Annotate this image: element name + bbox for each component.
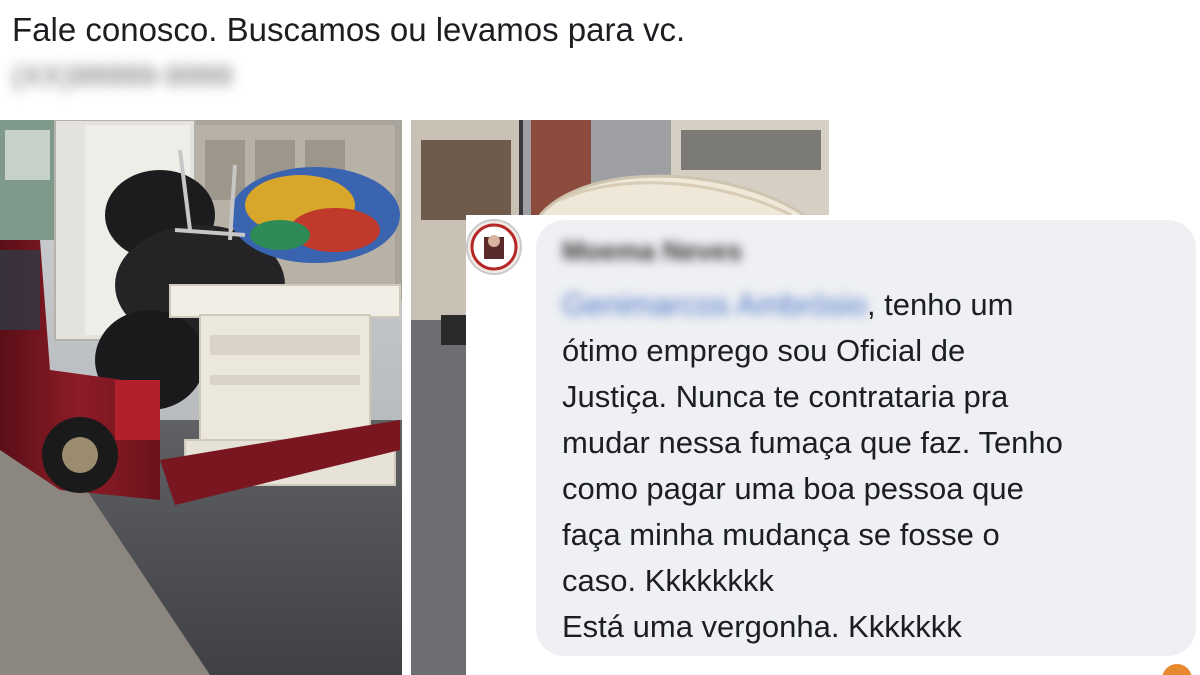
blurred-phone-number: (XX)99999-9999 [12,60,233,93]
comment-line-7: caso. Kkkkkkkk [562,563,774,598]
comment-line-8: Está uma vergonha. Kkkkkkk [562,609,962,644]
comment-line-1-text: , tenho um [866,287,1014,322]
photo-truck[interactable] [0,120,402,675]
truck-photo-illustration [0,120,402,675]
comment-line-5: como pagar uma boa pessoa que [562,471,1024,506]
commenter-name[interactable]: Moema Neves [562,236,742,267]
photo-divider [402,120,411,675]
comment-line-2: ótimo emprego sou Oficial de [562,333,966,368]
mention-link[interactable]: Genimarcos Ambrósio [562,282,867,328]
comment-line-4: mudar nessa fumaça que faz. Tenho [562,425,1063,460]
post-text: Fale conosco. Buscamos ou levamos para v… [12,11,686,48]
comment-line-1: Genimarcos Ambrósio, tenho um [562,282,1192,328]
comment-line-3: Justiça. Nunca te contrataria pra [562,379,1009,414]
comment-text: Genimarcos Ambrósio, tenho um ótimo empr… [562,282,1192,650]
commenter-avatar[interactable] [466,219,522,275]
comment-line-6: faça minha mudança se fosse o [562,517,1000,552]
avatar-image-icon [468,221,520,273]
